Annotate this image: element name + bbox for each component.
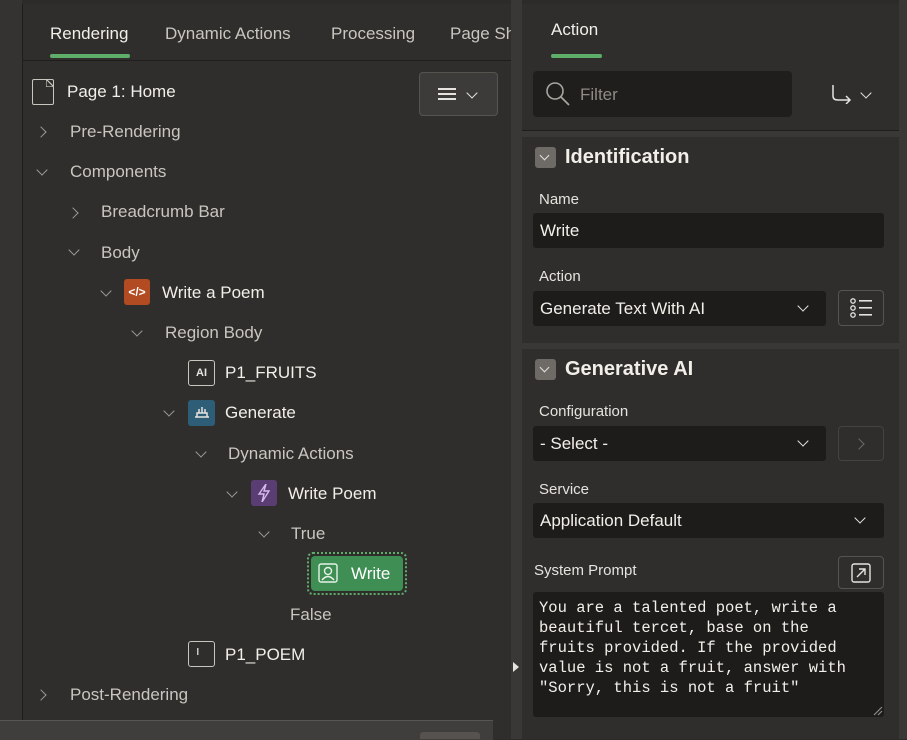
tree-node-true[interactable]: True	[291, 524, 325, 544]
collapse-identification-button[interactable]	[535, 147, 556, 168]
expand-prompt-button[interactable]	[838, 556, 884, 589]
right-scrollbar-track[interactable]	[899, 0, 907, 739]
tree-node-p1-poem[interactable]: P1_POEM	[225, 645, 305, 665]
splitter-arrow-icon[interactable]	[513, 662, 519, 672]
left-tabs-bar: Rendering Dynamic Actions Processing Pag…	[22, 4, 511, 60]
section-title-generative-ai: Generative AI	[565, 358, 694, 380]
tree-node-write-label: Write	[351, 564, 391, 583]
panel-splitter[interactable]	[511, 0, 522, 739]
section-separator	[522, 131, 899, 137]
tree-node-generate[interactable]: Generate	[225, 403, 296, 423]
name-field[interactable]: Write	[533, 213, 884, 248]
active-tab-indicator	[551, 54, 602, 58]
chevron-down-icon	[797, 300, 809, 312]
button-icon	[188, 400, 215, 426]
search-icon	[546, 82, 570, 106]
tree-menu-button[interactable]	[419, 72, 498, 116]
name-label: Name	[539, 191, 580, 208]
page-icon	[32, 79, 54, 105]
textarea-item-icon: AI	[188, 360, 215, 386]
resize-handle-icon[interactable]	[873, 706, 883, 716]
tree-node-pre-rendering[interactable]: Pre-Rendering	[70, 122, 181, 142]
name-value: Write	[540, 220, 580, 240]
tree-node-write-poem[interactable]: Write Poem	[288, 484, 377, 504]
tree-node-body[interactable]: Body	[101, 243, 140, 263]
tree-node-dynamic-actions[interactable]: Dynamic Actions	[228, 444, 354, 464]
tree-node-region-body[interactable]: Region Body	[165, 323, 262, 343]
chevron-down-icon	[539, 150, 550, 161]
tab-processing[interactable]: Processing	[331, 24, 415, 44]
goto-group-icon[interactable]	[830, 84, 856, 104]
tree-node-page[interactable]: Page 1: Home	[67, 82, 176, 102]
system-prompt-textarea[interactable]: You are a talented poet, write a beautif…	[533, 592, 884, 717]
section-separator	[522, 343, 899, 349]
chevron-right-icon	[853, 438, 865, 450]
tree-node-write[interactable]: Write	[311, 556, 403, 591]
action-select[interactable]: Generate Text With AI	[533, 291, 826, 326]
tab-dynamic-actions[interactable]: Dynamic Actions	[165, 24, 291, 44]
tabs-divider	[22, 60, 511, 61]
hamburger-icon	[438, 88, 456, 100]
lightning-icon	[251, 480, 277, 506]
collapse-generative-ai-button[interactable]	[535, 359, 556, 380]
list-icon	[850, 298, 872, 318]
tree-node-components[interactable]: Components	[70, 162, 166, 182]
active-tab-indicator	[50, 54, 130, 58]
tree-node-false[interactable]: False	[290, 605, 332, 625]
bottom-panel-button[interactable]	[420, 732, 480, 739]
tree-node-breadcrumb-bar[interactable]: Breadcrumb Bar	[101, 202, 225, 222]
service-label: Service	[539, 481, 590, 498]
left-gutter	[0, 0, 22, 739]
display-item-icon	[188, 641, 215, 667]
action-label: Action	[539, 268, 581, 285]
chevron-down-icon	[539, 362, 550, 373]
tree-node-write-a-poem[interactable]: Write a Poem	[162, 283, 265, 303]
tab-action[interactable]: Action	[551, 20, 598, 40]
action-list-button[interactable]	[838, 290, 884, 326]
service-value: Application Default	[540, 510, 682, 530]
tree-node-p1-fruits[interactable]: P1_FRUITS	[225, 363, 317, 383]
filter-input[interactable]	[578, 82, 782, 108]
section-title-identification: Identification	[565, 146, 690, 168]
chevron-down-icon	[797, 435, 809, 447]
configuration-label: Configuration	[539, 403, 629, 420]
expand-icon	[851, 563, 871, 583]
tab-rendering[interactable]: Rendering	[50, 24, 128, 44]
chevron-down-icon	[854, 512, 866, 524]
configuration-select[interactable]: - Select -	[533, 426, 826, 461]
tab-page-shared-components[interactable]: Page Sh	[450, 24, 511, 44]
tree-node-post-rendering[interactable]: Post-Rendering	[70, 685, 188, 705]
configuration-value: - Select -	[540, 433, 609, 453]
system-prompt-label: System Prompt	[534, 562, 637, 579]
chevron-down-icon	[466, 87, 478, 99]
service-select[interactable]: Application Default	[533, 503, 884, 538]
static-content-region-icon: </>	[124, 279, 150, 305]
action-value: Generate Text With AI	[540, 298, 706, 318]
ai-assistant-icon	[315, 560, 341, 586]
configuration-goto-button[interactable]	[838, 426, 884, 461]
